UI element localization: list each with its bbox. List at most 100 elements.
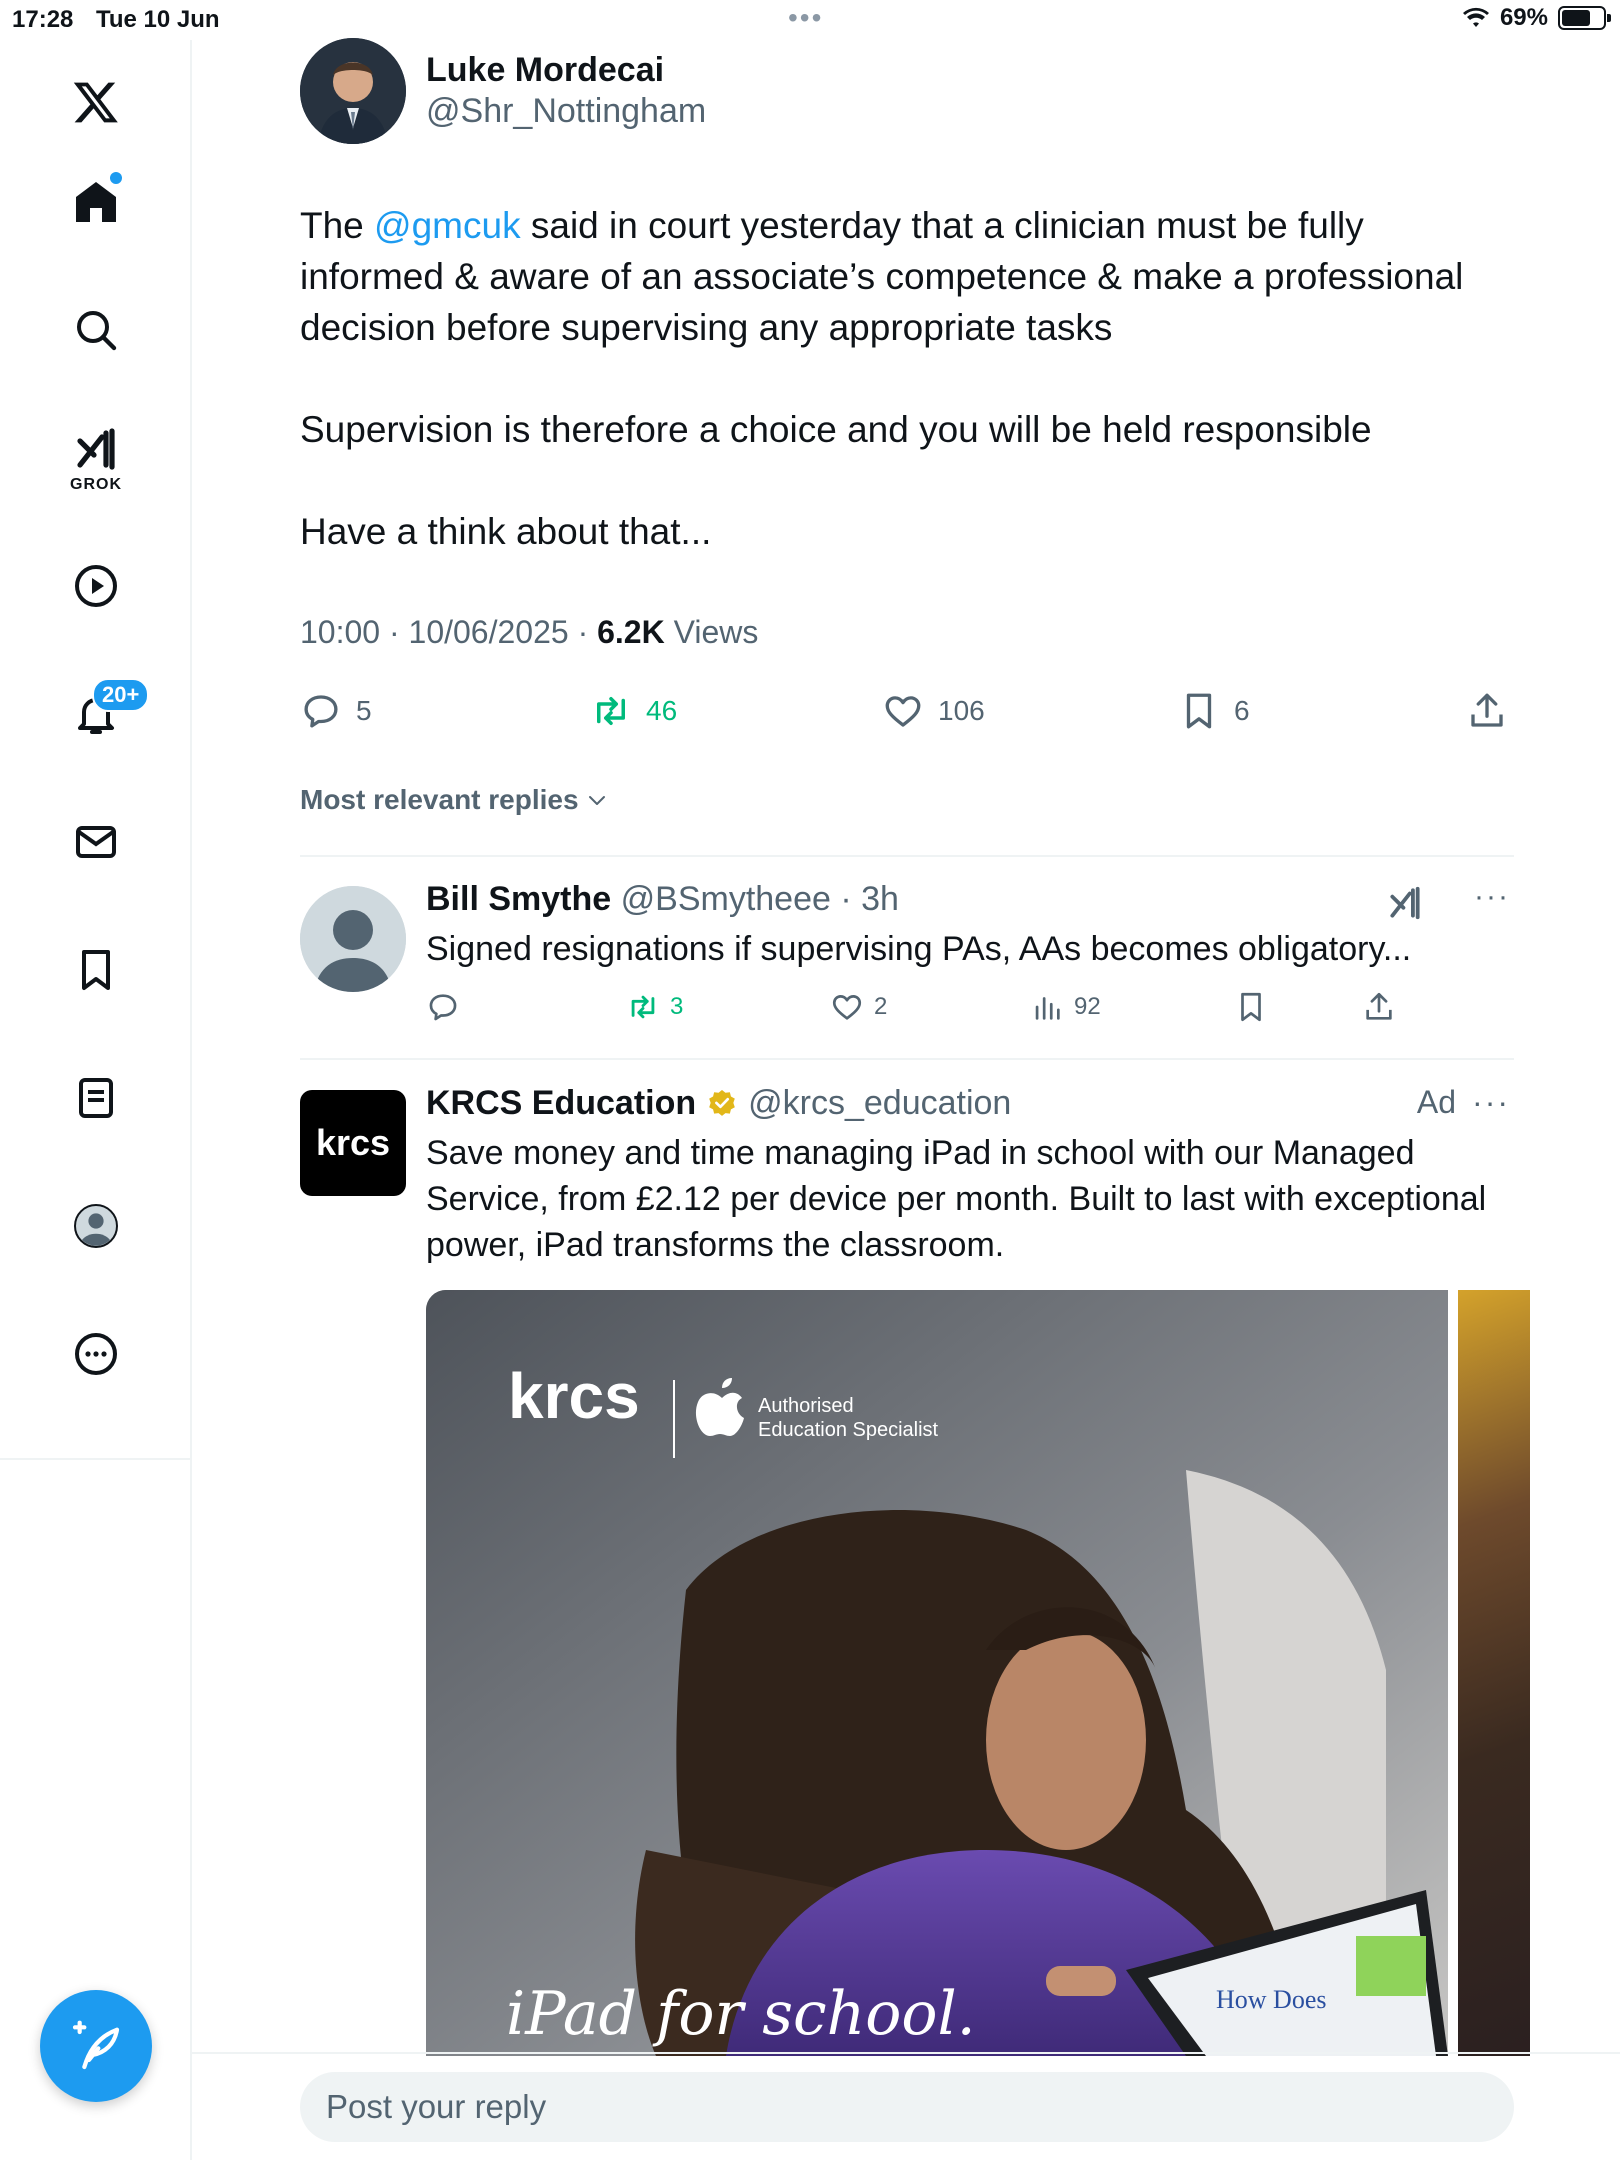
- home-icon: [76, 182, 116, 222]
- like-button[interactable]: 106: [882, 690, 985, 732]
- ad-media-image-2[interactable]: [1458, 1290, 1530, 2056]
- default-avatar[interactable]: [300, 886, 406, 992]
- sidebar-item-search[interactable]: [56, 290, 136, 370]
- reply-views-count: 92: [1074, 993, 1101, 1020]
- compose-feather-icon: [72, 2020, 120, 2070]
- reply-views-button[interactable]: 92: [1030, 990, 1101, 1024]
- search-icon: [77, 311, 117, 351]
- repost-icon: [631, 995, 655, 1019]
- reply-age: 3h: [861, 880, 899, 918]
- share-icon: [1471, 693, 1503, 727]
- tweet-text: The @gmcuk said in court yesterday that …: [300, 200, 1510, 608]
- reply-button[interactable]: 5: [300, 690, 372, 732]
- tweet-meta: 10:00 · 10/06/2025 · 6.2K Views: [300, 614, 759, 650]
- profile-avatar-icon: [74, 1204, 118, 1248]
- reply-like-count: 2: [874, 993, 888, 1020]
- sidebar-item-notifications[interactable]: 20+: [56, 674, 150, 754]
- compose-post-button[interactable]: [40, 1990, 152, 2102]
- tweet-paragraph-3: Have a think about that...: [300, 511, 712, 552]
- ad-screen-text: How Does: [1216, 1985, 1327, 2014]
- sidebar-item-bookmarks[interactable]: [56, 930, 136, 1010]
- chevron-down-icon: [588, 796, 605, 805]
- sidebar-item-messages[interactable]: [56, 802, 136, 882]
- more-options-icon[interactable]: ···: [1472, 1084, 1510, 1121]
- sidebar-item-more[interactable]: [56, 1314, 136, 1394]
- bookmark-outline-icon: [1186, 693, 1212, 729]
- grok-label: GROK: [70, 476, 122, 493]
- status-time: 17:28: [12, 6, 74, 33]
- bookmark-button[interactable]: 6: [1178, 690, 1250, 732]
- reply-text: Signed resignations if supervising PAs, …: [426, 930, 1412, 968]
- reply-input[interactable]: Post your reply: [300, 2072, 1514, 2142]
- advertiser-handle[interactable]: @krcs_education: [748, 1084, 1011, 1123]
- heart-icon: [832, 995, 862, 1020]
- sidebar-item-profile[interactable]: [56, 1186, 136, 1266]
- share-button[interactable]: [1466, 690, 1508, 732]
- advertiser-name[interactable]: KRCS Education: [426, 1084, 696, 1123]
- grok-explain-icon[interactable]: [1386, 884, 1424, 927]
- ad-header: KRCS Education @krcs_education: [426, 1084, 1011, 1123]
- heart-icon: [885, 696, 921, 727]
- sidebar-item-lists[interactable]: [56, 1058, 136, 1138]
- reply-bookmark-button[interactable]: [1234, 990, 1268, 1024]
- reply-header: Bill Smythe @BSmytheee · 3h: [426, 880, 899, 918]
- reply-repost-count: 3: [670, 993, 684, 1020]
- author-avatar[interactable]: [300, 38, 406, 144]
- reply-input-placeholder: Post your reply: [326, 2088, 547, 2125]
- sidebar-item-grok[interactable]: GROK: [56, 416, 136, 496]
- author-name[interactable]: Luke Mordecai: [426, 51, 706, 90]
- advertiser-logo[interactable]: krcs: [300, 1090, 406, 1196]
- reply-count: 5: [356, 695, 372, 726]
- repost-count: 46: [646, 695, 678, 726]
- tweet-actions: 5 46 106 6: [300, 690, 1514, 734]
- sidebar-item-video[interactable]: [56, 546, 136, 626]
- ad-media-image[interactable]: How Does krcs Authorised Education Speci…: [426, 1290, 1448, 2056]
- mention-link[interactable]: @gmcuk: [374, 205, 521, 246]
- sidebar-divider: [0, 1458, 192, 1460]
- more-options-icon[interactable]: ···: [1474, 880, 1510, 914]
- grok-icon: [77, 428, 115, 470]
- ad-photo: How Does krcs Authorised Education Speci…: [426, 1290, 1448, 2056]
- tweet-text-prefix: The: [300, 205, 375, 246]
- ad-media-tagline: iPad for school.: [506, 1979, 976, 2049]
- repost-button[interactable]: 46: [590, 690, 677, 732]
- tweet-author[interactable]: Luke Mordecai @Shr_Nottingham: [300, 38, 706, 144]
- tweet-date[interactable]: 10/06/2025: [409, 614, 569, 650]
- status-date: Tue 10 Jun: [96, 6, 220, 33]
- verified-badge-icon: [709, 1089, 735, 1116]
- reply-like-button[interactable]: 2: [830, 990, 887, 1024]
- ad-media-brand: krcs: [508, 1360, 640, 1432]
- status-right: 69%: [1462, 4, 1611, 32]
- battery-icon: [1558, 6, 1611, 30]
- reply-actions: 3 2 92: [426, 990, 1426, 1030]
- share-icon: [1366, 992, 1392, 1020]
- home-unread-dot: [110, 172, 122, 184]
- envelope-icon: [76, 826, 116, 858]
- divider: [300, 855, 1514, 857]
- reply-author-handle[interactable]: @BSmytheee: [621, 880, 831, 918]
- bookmark-count: 6: [1234, 695, 1250, 726]
- notification-badge: 20+: [92, 678, 150, 712]
- reply-share-button[interactable]: [1362, 990, 1396, 1024]
- reply-repost-button[interactable]: 3: [626, 990, 683, 1024]
- ad-tag-text: Ad: [1416, 1084, 1457, 1120]
- x-logo-icon[interactable]: [56, 62, 136, 142]
- sidebar-item-home[interactable]: [56, 162, 136, 242]
- reply-reply-button[interactable]: [426, 990, 460, 1024]
- status-bar: 17:28 Tue 10 Jun ••• 69%: [0, 0, 1620, 40]
- reply-bar-divider: [192, 2052, 1620, 2054]
- ad-media-badge-line2: Education Specialist: [758, 1419, 939, 1441]
- tweet-time[interactable]: 10:00: [300, 614, 380, 650]
- reply-author-name[interactable]: Bill Smythe: [426, 880, 611, 918]
- bookmark-outline-icon: [1241, 992, 1261, 1022]
- list-icon: [79, 1078, 113, 1118]
- tweet-paragraph-2: Supervision is therefore a choice and yo…: [300, 409, 1372, 450]
- battery-percent: 69%: [1499, 4, 1548, 31]
- analytics-icon: [1035, 997, 1060, 1020]
- ad-text: Save money and time managing iPad in sch…: [426, 1134, 1487, 1264]
- multitasking-dots-icon[interactable]: •••: [788, 4, 823, 32]
- reply-icon: [429, 994, 457, 1021]
- author-handle[interactable]: @Shr_Nottingham: [426, 92, 706, 131]
- replies-filter-dropdown[interactable]: Most relevant replies: [300, 784, 609, 816]
- ad-media-badge-line1: Authorised: [758, 1395, 854, 1417]
